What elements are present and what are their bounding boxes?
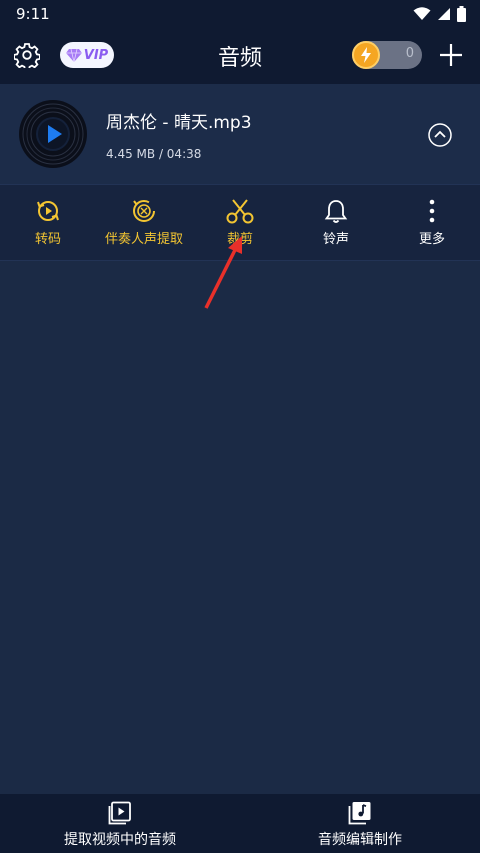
- file-size: 4.45 MB: [106, 147, 156, 161]
- status-time: 9:11: [16, 5, 50, 23]
- action-label: 更多: [418, 232, 445, 247]
- action-transcode[interactable]: 转码: [0, 185, 96, 262]
- scissors-icon: [226, 199, 254, 224]
- extract-audio-label: 提取视频中的音频: [64, 832, 176, 848]
- action-label: 转码: [34, 232, 61, 247]
- action-ringtone[interactable]: 铃声: [288, 185, 384, 262]
- action-label: 铃声: [322, 232, 349, 247]
- action-more[interactable]: 更多: [384, 185, 480, 262]
- file-duration: 04:38: [166, 147, 202, 161]
- bottom-bar: 提取视频中的音频 音频编辑制作: [0, 794, 480, 853]
- music-library-icon: [348, 802, 371, 825]
- audio-edit-button[interactable]: 音频编辑制作: [240, 794, 480, 853]
- coin-count: 0: [405, 46, 414, 61]
- wifi-icon: [413, 7, 431, 20]
- lightning-coin-icon: [352, 41, 380, 69]
- file-meta: 4.45 MB / 04:38: [106, 147, 201, 161]
- add-plus-icon[interactable]: [438, 42, 464, 68]
- meta-separator: /: [155, 147, 167, 161]
- more-vertical-icon: [429, 199, 435, 223]
- diamond-icon: [65, 48, 82, 62]
- battery-icon: [457, 6, 466, 22]
- action-label: 伴奏人声提取: [104, 232, 183, 247]
- app-header: VIP 音频 0: [0, 28, 480, 84]
- status-icons: [413, 6, 466, 22]
- file-name: 周杰伦 - 晴天.mp3: [106, 113, 252, 133]
- audio-edit-label: 音频编辑制作: [318, 832, 402, 848]
- action-vocal-extract[interactable]: 伴奏人声提取: [96, 185, 192, 262]
- vocal-extract-icon: [133, 200, 155, 222]
- annotation-arrow-icon: [204, 236, 242, 309]
- status-bar: 9:11: [0, 0, 480, 28]
- coin-toggle[interactable]: 0: [352, 41, 422, 69]
- transcode-icon: [37, 201, 59, 221]
- chevron-up-circle-icon[interactable]: [428, 123, 452, 147]
- vinyl-play-icon[interactable]: [18, 99, 88, 169]
- extract-audio-from-video-button[interactable]: 提取视频中的音频: [0, 794, 240, 853]
- vip-badge[interactable]: VIP: [60, 42, 114, 68]
- bell-icon: [324, 200, 348, 223]
- signal-icon: [438, 8, 450, 20]
- vip-label: VIP: [83, 47, 109, 63]
- video-play-icon: [108, 801, 131, 825]
- audio-file-card[interactable]: 周杰伦 - 晴天.mp3 4.45 MB / 04:38: [0, 84, 480, 184]
- settings-gear-icon[interactable]: [14, 42, 40, 68]
